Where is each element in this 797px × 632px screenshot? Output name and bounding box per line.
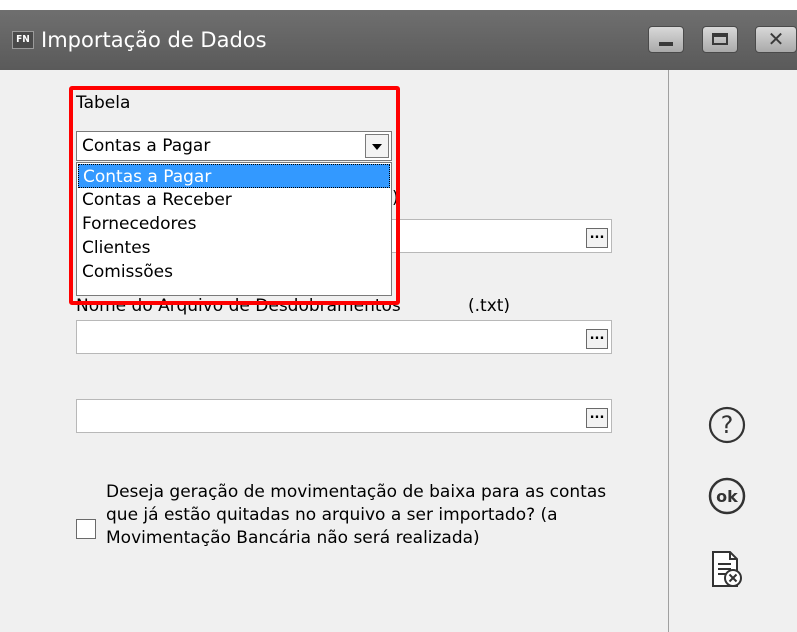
desdobramentos-ext: (.txt) (468, 296, 511, 316)
title-bar[interactable]: FN Importação de Dados ✕ (0, 10, 797, 70)
file-path-input-3[interactable]: ... (76, 399, 612, 433)
close-button[interactable]: ✕ (755, 26, 797, 53)
window-title: Importação de Dados (41, 28, 267, 52)
ok-icon[interactable]: ok (707, 476, 747, 520)
cancel-document-icon[interactable] (710, 550, 744, 594)
help-icon[interactable]: ? (707, 405, 747, 449)
browse-button-3[interactable]: ... (586, 408, 608, 428)
maximize-button[interactable] (702, 26, 738, 53)
desdobramentos-file-input[interactable]: ... (76, 320, 612, 354)
browse-button-1[interactable]: ... (586, 228, 608, 248)
close-icon: ✕ (767, 27, 785, 51)
browse-button-2[interactable]: ... (586, 329, 608, 349)
app-logo-icon: FN (12, 31, 34, 49)
highlight-box (69, 86, 400, 305)
baixa-checkbox-label: Deseja geração de movimentação de baixa … (106, 482, 607, 548)
svg-text:?: ? (721, 411, 734, 439)
minimize-icon (659, 42, 673, 46)
minimize-button[interactable] (648, 26, 684, 53)
baixa-checkbox[interactable] (76, 519, 96, 539)
panel-divider (668, 70, 669, 632)
maximize-icon (712, 33, 728, 45)
import-dialog: FN Importação de Dados ✕ ) ... Nome do A… (0, 10, 797, 632)
svg-text:ok: ok (716, 487, 738, 506)
